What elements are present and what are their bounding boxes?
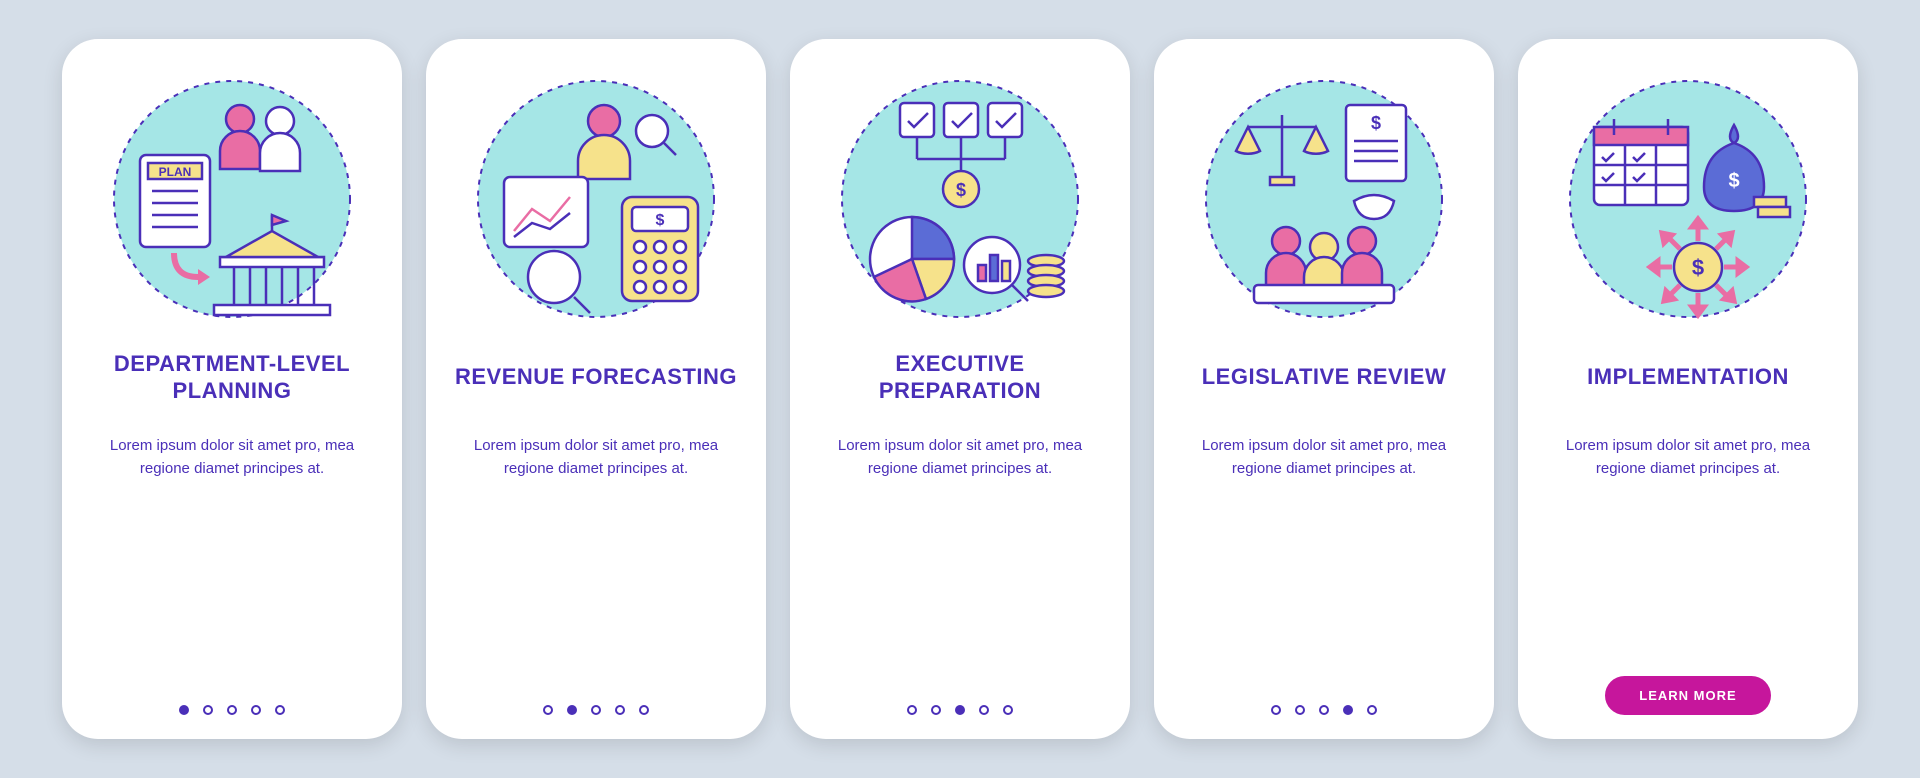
card-body: Lorem ipsum dolor sit amet pro, mea regi… [816,435,1104,705]
card-body: Lorem ipsum dolor sit amet pro, mea regi… [88,435,376,705]
step-dot-1[interactable] [1271,705,1281,715]
svg-text:$: $ [656,212,665,229]
svg-text:$: $ [1728,170,1739,192]
step-dot-3[interactable] [227,705,237,715]
card-title: Revenue Forecasting [455,349,737,405]
card-title: Executive Preparation [816,349,1104,405]
step-dot-2[interactable] [567,705,577,715]
step-dot-5[interactable] [275,705,285,715]
onboarding-card-3: $ E [790,39,1130,739]
step-indicator [543,705,649,715]
step-dot-5[interactable] [639,705,649,715]
card-title: Department-Level Planning [88,349,376,405]
step-dot-4[interactable] [979,705,989,715]
svg-text:PLAN: PLAN [159,165,192,179]
svg-text:$: $ [1692,255,1704,280]
analyst-chart-calculator-icon: $ [466,69,726,329]
step-dot-4[interactable] [251,705,261,715]
scales-committee-icon: $ [1194,69,1454,329]
onboarding-card-4: $ Legislative Review Lorem ipsum dolor s… [1154,39,1494,739]
step-dot-2[interactable] [1295,705,1305,715]
svg-text:$: $ [956,180,966,200]
step-dot-4[interactable] [615,705,625,715]
step-dot-3[interactable] [955,705,965,715]
svg-text:$: $ [1371,113,1381,133]
card-title: Implementation [1587,349,1789,405]
step-indicator [179,705,285,715]
step-dot-2[interactable] [931,705,941,715]
card-body: Lorem ipsum dolor sit amet pro, mea regi… [452,435,740,705]
step-dot-5[interactable] [1003,705,1013,715]
card-body: Lorem ipsum dolor sit amet pro, mea regi… [1180,435,1468,705]
onboarding-card-5: $ $ Implementation Lorem ipsum dol [1518,39,1858,739]
card-title: Legislative Review [1202,349,1447,405]
step-dot-2[interactable] [203,705,213,715]
step-indicator [907,705,1013,715]
checkboxes-piechart-icon: $ [830,69,1090,329]
calendar-money-distribution-icon: $ $ [1558,69,1818,329]
plan-people-building-icon: PLAN [102,69,362,329]
step-dot-3[interactable] [1319,705,1329,715]
step-dot-5[interactable] [1367,705,1377,715]
onboarding-card-1: PLAN D [62,39,402,739]
step-dot-1[interactable] [543,705,553,715]
step-dot-3[interactable] [591,705,601,715]
card-body: Lorem ipsum dolor sit amet pro, mea regi… [1544,435,1832,676]
onboarding-card-2: $ Revenue Forecasting Lorem ipsum dolor … [426,39,766,739]
step-dot-1[interactable] [907,705,917,715]
step-dot-1[interactable] [179,705,189,715]
step-indicator [1271,705,1377,715]
learn-more-button[interactable]: LEARN MORE [1605,676,1770,715]
step-dot-4[interactable] [1343,705,1353,715]
